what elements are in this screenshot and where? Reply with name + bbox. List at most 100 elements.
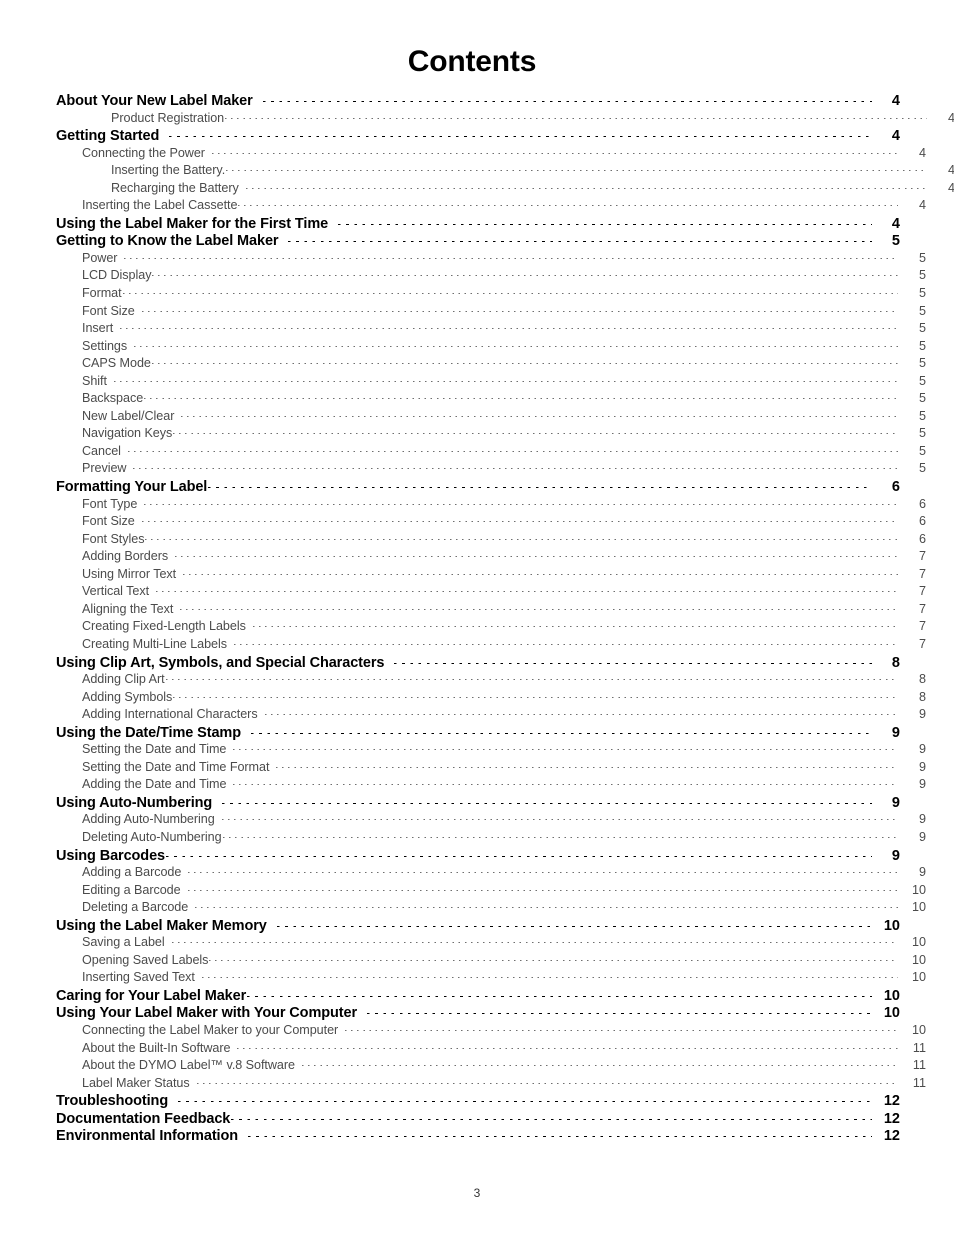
toc-entry-label: Inserting Saved Text [82, 970, 195, 985]
toc-entry-row[interactable]: Adding the Date and Time 9 [82, 777, 926, 795]
toc-chapter-row[interactable]: Documentation Feedback 12 [56, 1111, 900, 1129]
toc-chapter-row[interactable]: Getting Started 4 [56, 128, 900, 146]
toc-entry-page-number: 10 [911, 1022, 926, 1037]
toc-chapter-row[interactable]: About Your New Label Maker 4 [56, 93, 900, 111]
toc-chapter-row[interactable]: Caring for Your Label Maker 10 [56, 988, 900, 1006]
toc-chapter-row[interactable]: Formatting Your Label 6 [56, 479, 900, 497]
toc-entry-row[interactable]: LCD Display 5 [82, 268, 926, 286]
toc-dot-leader-fill [175, 556, 898, 558]
toc-entry-page-number: 5 [918, 303, 926, 318]
toc-entry-label: Font Styles [82, 531, 145, 546]
toc-entry-page-number: 6 [918, 496, 926, 511]
toc-entry-row[interactable]: Power 5 [82, 251, 926, 269]
toc-entry-row[interactable]: Setting the Date and Time Format 9 [82, 760, 926, 778]
toc-dot-leader-fill [238, 205, 898, 207]
toc-entry-label: Using Barcodes [56, 847, 165, 864]
toc-entry-row[interactable]: Shift 5 [82, 374, 926, 392]
toc-entry-row[interactable]: Adding Borders 7 [82, 549, 926, 567]
toc-dot-leader-fill [151, 363, 898, 365]
toc-entry-label: Setting the Date and Time [82, 742, 227, 757]
toc-dot-leader-fill [165, 679, 898, 681]
toc-chapter-row[interactable]: Using Auto-Numbering 9 [56, 795, 900, 813]
toc-entry-row[interactable]: CAPS Mode 5 [82, 356, 926, 374]
toc-chapter-row[interactable]: Environmental Information 12 [56, 1128, 900, 1146]
toc-dot-leader [122, 293, 898, 295]
toc-entry-label: Adding Clip Art [82, 672, 165, 687]
toc-entry-row[interactable]: Inserting the Battery. 4 [111, 163, 954, 181]
toc-entry-label: Environmental Information [56, 1128, 238, 1145]
toc-entry-row[interactable]: Adding Clip Art 8 [82, 672, 926, 690]
toc-entry-row[interactable]: Font Size 5 [82, 304, 926, 322]
toc-entry-row[interactable]: Cancel 5 [82, 444, 926, 462]
toc-entry-row[interactable]: Product Registration 4 [111, 111, 954, 129]
toc-entry-row[interactable]: Connecting the Label Maker to your Compu… [82, 1023, 926, 1041]
toc-entry-row[interactable]: Font Type 6 [82, 497, 926, 515]
toc-entry-row[interactable]: About the DYMO Label™ v.8 Software 11 [82, 1058, 926, 1076]
toc-chapter-row[interactable]: Troubleshooting 12 [56, 1093, 900, 1111]
toc-dot-leader-fill [247, 995, 872, 997]
toc-chapter-row[interactable]: Using Barcodes 9 [56, 848, 900, 866]
toc-entry-row[interactable]: Preview 5 [82, 461, 926, 479]
toc-entry-label: Inserting the Label Cassette [82, 198, 238, 213]
toc-chapter-row[interactable]: Using the Label Maker Memory 10 [56, 918, 900, 936]
toc-entry-row[interactable]: Saving a Label 10 [82, 935, 926, 953]
toc-entry-label: Aligning the Text [82, 601, 174, 616]
toc-entry-row[interactable]: Backspace 5 [82, 391, 926, 409]
toc-dot-leader [195, 907, 898, 909]
toc-entry-row[interactable]: Aligning the Text 7 [82, 602, 926, 620]
toc-chapter-row[interactable]: Using the Date/Time Stamp 9 [56, 725, 900, 743]
toc-dot-leader [141, 521, 898, 523]
toc-entry-row[interactable]: Adding International Characters 9 [82, 707, 926, 725]
toc-dot-leader [237, 1047, 898, 1049]
toc-entry-row[interactable]: Deleting a Barcode 10 [82, 900, 926, 918]
toc-entry-row[interactable]: Adding Symbols 8 [82, 690, 926, 708]
toc-entry-label: Using the Label Maker for the First Time [56, 215, 329, 232]
toc-entry-row[interactable]: Font Styles 6 [82, 532, 926, 550]
toc-entry-label: Preview [82, 461, 127, 476]
toc-entry-row[interactable]: Label Maker Status 11 [82, 1076, 926, 1094]
toc-dot-leader [345, 1029, 898, 1031]
toc-dot-leader-fill [226, 170, 927, 172]
toc-dot-leader-fill [120, 328, 898, 330]
toc-entry-row[interactable]: Editing a Barcode 10 [82, 883, 926, 901]
toc-dot-leader [211, 152, 898, 154]
toc-dot-leader-fill [169, 136, 872, 138]
toc-entry-row[interactable]: Creating Multi-Line Labels 7 [82, 637, 926, 655]
toc-chapter-row[interactable]: Using the Label Maker for the First Time… [56, 216, 900, 234]
toc-entry-row[interactable]: Recharging the Battery 4 [111, 181, 954, 199]
toc-entry-page-number: 5 [918, 321, 926, 336]
toc-dot-leader [133, 468, 898, 470]
toc-entry-row[interactable]: Insert 5 [82, 321, 926, 339]
toc-entry-row[interactable]: Setting the Date and Time 9 [82, 742, 926, 760]
toc-chapter-row[interactable]: Using Clip Art, Symbols, and Special Cha… [56, 655, 900, 673]
toc-dot-leader-fill [233, 749, 898, 751]
toc-dot-leader-fill [245, 187, 927, 189]
toc-entry-row[interactable]: Creating Fixed-Length Labels 7 [82, 619, 926, 637]
toc-entry-page-number: 12 [883, 1110, 900, 1127]
toc-dot-leader [247, 995, 872, 997]
toc-entry-row[interactable]: Adding a Barcode 9 [82, 865, 926, 883]
toc-entry-row[interactable]: Opening Saved Labels 10 [82, 953, 926, 971]
toc-chapter-row[interactable]: Getting to Know the Label Maker 5 [56, 233, 900, 251]
toc-entry-row[interactable]: Format 5 [82, 286, 926, 304]
toc-entry-row[interactable]: Inserting the Label Cassette 4 [82, 198, 926, 216]
toc-dot-leader-fill [196, 1082, 898, 1084]
toc-dot-leader [233, 784, 898, 786]
toc-entry-row[interactable]: Navigation Keys 5 [82, 426, 926, 444]
toc-entry-label: Settings [82, 338, 128, 353]
toc-entry-page-number: 9 [918, 812, 926, 827]
toc-entry-row[interactable]: Adding Auto-Numbering 9 [82, 812, 926, 830]
toc-dot-leader [165, 679, 898, 681]
toc-entry-row[interactable]: Deleting Auto-Numbering 9 [82, 830, 926, 848]
toc-chapter-row[interactable]: Using Your Label Maker with Your Compute… [56, 1005, 900, 1023]
toc-entry-row[interactable]: Connecting the Power 4 [82, 146, 926, 164]
toc-entry-row[interactable]: About the Built-In Software 11 [82, 1041, 926, 1059]
toc-entry-row[interactable]: Vertical Text 7 [82, 584, 926, 602]
toc-entry-row[interactable]: New Label/Clear 5 [82, 409, 926, 427]
toc-entry-row[interactable]: Using Mirror Text 7 [82, 567, 926, 585]
toc-entry-row[interactable]: Settings 5 [82, 339, 926, 357]
toc-dot-leader-fill [152, 275, 898, 277]
toc-entry-page-number: 10 [883, 1005, 900, 1022]
toc-entry-row[interactable]: Inserting Saved Text 10 [82, 970, 926, 988]
toc-entry-row[interactable]: Font Size 6 [82, 514, 926, 532]
